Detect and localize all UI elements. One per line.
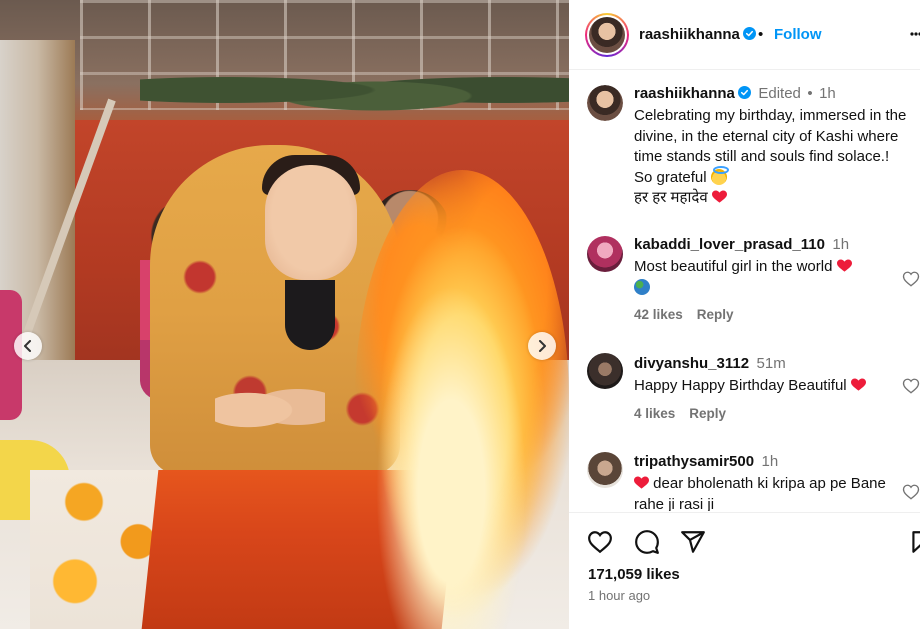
- post-media[interactable]: [0, 0, 569, 629]
- comment-icon[interactable]: [634, 529, 660, 555]
- red-heart-emoji-icon: [711, 190, 727, 203]
- edited-label: Edited: [758, 85, 801, 102]
- comment-username[interactable]: kabaddi_lover_prasad_110: [634, 236, 825, 253]
- next-slide-button[interactable]: [528, 332, 556, 360]
- follow-button[interactable]: Follow: [774, 26, 822, 43]
- comment-username[interactable]: tripathysamir500: [634, 453, 754, 470]
- heart-icon[interactable]: [902, 377, 920, 395]
- reply-button[interactable]: Reply: [689, 406, 726, 421]
- post-header: raashiikhanna • Follow: [569, 0, 920, 70]
- share-icon[interactable]: [680, 529, 706, 555]
- comment-likes[interactable]: 42 likes: [634, 307, 683, 322]
- more-horizontal-icon[interactable]: [910, 28, 920, 40]
- caption-time[interactable]: 1h: [819, 85, 836, 102]
- comment-time[interactable]: 1h: [762, 453, 779, 470]
- comment-text: Happy Happy Birthday Beautiful: [634, 377, 847, 394]
- comment-likes[interactable]: 4 likes: [634, 406, 675, 421]
- caption-text: Celebrating my birthday, immersed in the…: [634, 107, 907, 186]
- caption-hashtag-line: हर हर महादेव: [634, 189, 708, 206]
- heart-icon[interactable]: [902, 270, 920, 288]
- avatar[interactable]: [587, 85, 623, 121]
- likes-count[interactable]: 171,059 likes: [588, 566, 680, 583]
- chevron-right-icon: [539, 340, 546, 352]
- author-username[interactable]: raashiikhanna: [639, 26, 756, 43]
- verified-badge-icon: [737, 86, 751, 99]
- avatar[interactable]: [587, 15, 627, 55]
- red-heart-emoji-icon: [634, 476, 649, 489]
- chevron-left-icon: [24, 340, 31, 352]
- comment-text: dear bholenath ki kripa ap pe Bane rahe …: [634, 475, 886, 511]
- previous-slide-button[interactable]: [14, 332, 42, 360]
- comment-username[interactable]: divyanshu_3112: [634, 355, 749, 372]
- red-heart-emoji-icon: [850, 378, 866, 391]
- red-heart-emoji-icon: [836, 259, 852, 272]
- globe-emoji-icon: [634, 278, 650, 295]
- avatar[interactable]: [587, 353, 623, 389]
- photo-hawan-ceremony: [0, 0, 569, 629]
- post-timestamp[interactable]: 1 hour ago: [588, 588, 650, 603]
- avatar[interactable]: [587, 236, 623, 272]
- smiling-angel-emoji-icon: [710, 165, 729, 185]
- story-ring[interactable]: [585, 13, 629, 57]
- avatar[interactable]: [587, 452, 623, 488]
- heart-icon[interactable]: [587, 529, 613, 555]
- caption-username[interactable]: raashiikhanna: [634, 85, 735, 102]
- comment-text: Most beautiful girl in the world: [634, 258, 833, 275]
- post-side-panel: raashiikhanna • Follow raashiikhanna Edi…: [569, 0, 920, 629]
- comments-list[interactable]: raashiikhanna Edited • 1h Celebrating my…: [569, 71, 920, 511]
- heart-icon[interactable]: [902, 483, 920, 501]
- verified-badge-icon: [742, 27, 756, 40]
- separator-dot: •: [758, 26, 764, 43]
- separator-dot: •: [807, 85, 813, 102]
- reply-button[interactable]: Reply: [697, 307, 734, 322]
- comment-time[interactable]: 1h: [832, 236, 849, 253]
- bookmark-icon[interactable]: [908, 529, 920, 555]
- comment-time[interactable]: 51m: [757, 355, 786, 372]
